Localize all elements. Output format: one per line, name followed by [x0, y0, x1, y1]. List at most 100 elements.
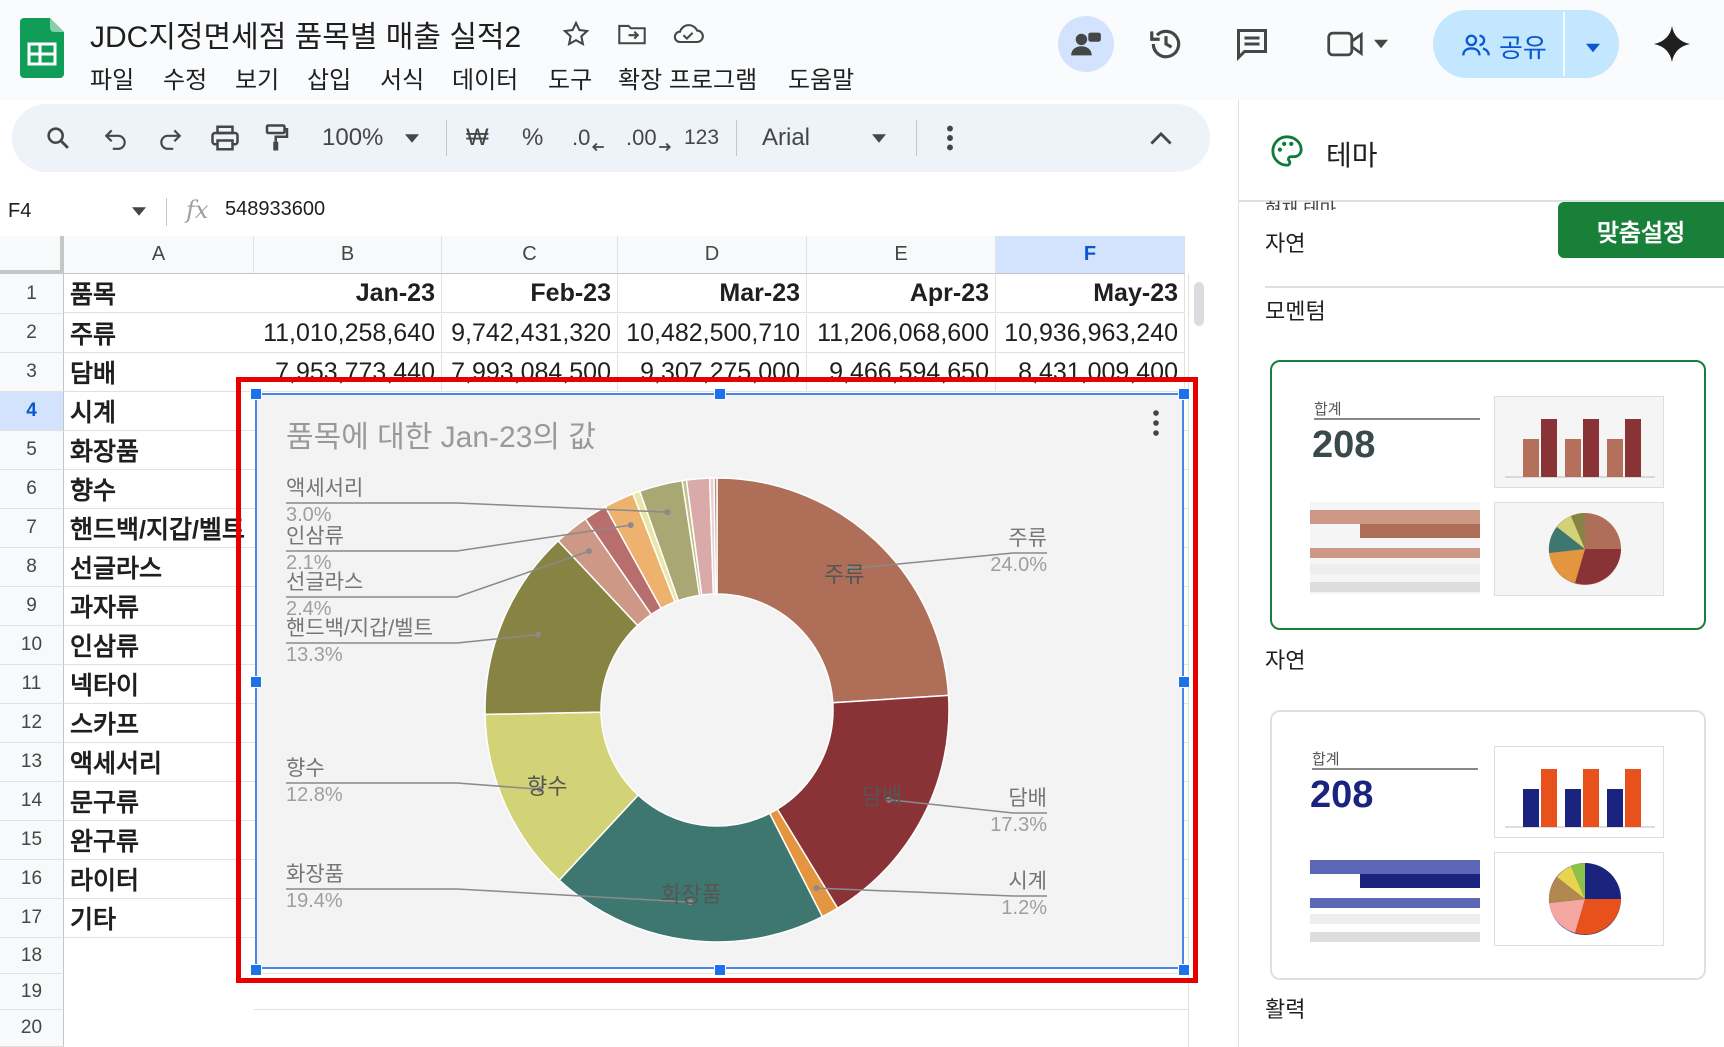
percent-format-button[interactable]: % [522, 104, 543, 172]
cell-a16[interactable]: 라이터 [64, 860, 254, 899]
scrollbar-thumb[interactable] [1194, 282, 1204, 326]
theme-card-nature[interactable]: 합계 208 [1270, 710, 1706, 980]
cell-a9[interactable]: 과자류 [64, 587, 254, 626]
row-header-2[interactable]: 2 [0, 314, 64, 353]
cell-a10[interactable]: 인삼류 [64, 626, 254, 665]
meet-present-icon[interactable] [1058, 16, 1114, 72]
font-name: Arial [762, 124, 811, 151]
sheets-logo-icon[interactable] [20, 18, 64, 78]
redo-icon[interactable] [157, 104, 183, 172]
comments-icon[interactable] [1232, 24, 1272, 64]
menu-tools[interactable]: 도구 [548, 60, 592, 95]
row-header-17[interactable]: 17 [0, 899, 64, 938]
cell-a7[interactable]: 핸드백/지갑/벨트 [64, 509, 254, 548]
cell-b2[interactable]: 11,010,258,640 [254, 314, 442, 353]
cloud-saved-icon[interactable] [668, 14, 708, 54]
increase-decimal-button[interactable]: .00 [626, 104, 672, 172]
menu-edit[interactable]: 수정 [163, 60, 207, 95]
cell-c2[interactable]: 9,742,431,320 [442, 314, 618, 353]
column-header-c[interactable]: C [442, 236, 618, 274]
cell-d2[interactable]: 10,482,500,710 [618, 314, 807, 353]
name-box[interactable]: F4 [8, 196, 158, 226]
menu-file[interactable]: 파일 [90, 60, 134, 95]
row-header-8[interactable]: 8 [0, 548, 64, 587]
collapse-toolbar-icon[interactable] [1150, 104, 1172, 172]
cell-a8[interactable]: 선글라스 [64, 548, 254, 587]
cell-a12[interactable]: 스카프 [64, 704, 254, 743]
star-icon[interactable] [556, 14, 596, 54]
cell-e2[interactable]: 11,206,068,600 [807, 314, 996, 353]
cell-a5[interactable]: 화장품 [64, 431, 254, 470]
menu-view[interactable]: 보기 [235, 60, 279, 95]
row-header-16[interactable]: 16 [0, 860, 64, 899]
row-header-15[interactable]: 15 [0, 821, 64, 860]
share-dropdown-icon[interactable] [1586, 40, 1600, 58]
document-title[interactable]: JDC지정면세점 품목별 매출 실적2 [90, 12, 521, 56]
row-header-14[interactable]: 14 [0, 782, 64, 821]
cell-a14[interactable]: 문구류 [64, 782, 254, 821]
row-header-9[interactable]: 9 [0, 587, 64, 626]
cell-a17[interactable]: 기타 [64, 899, 254, 938]
cell-a1[interactable]: 품목 [64, 274, 254, 313]
cell-d1[interactable]: Mar-23 [618, 274, 807, 313]
row-header-19[interactable]: 19 [0, 974, 64, 1010]
menu-extensions[interactable]: 확장 프로그램 [618, 60, 757, 95]
column-header-a[interactable]: A [64, 236, 254, 274]
gemini-icon[interactable] [1652, 24, 1692, 69]
more-options-icon[interactable] [946, 104, 954, 172]
select-all-corner[interactable] [0, 236, 64, 274]
version-history-icon[interactable] [1146, 24, 1186, 64]
cell-c1[interactable]: Feb-23 [442, 274, 618, 313]
cell-f1[interactable]: May-23 [996, 274, 1185, 313]
fx-icon: fx [186, 196, 209, 224]
column-header-e[interactable]: E [807, 236, 996, 274]
menu-format[interactable]: 서식 [380, 60, 424, 95]
row-header-4[interactable]: 4 [0, 392, 64, 431]
search-icon[interactable] [44, 104, 72, 172]
cell-a15[interactable]: 완구류 [64, 821, 254, 860]
cell-a3[interactable]: 담배 [64, 353, 254, 392]
formula-input[interactable]: 548933600 [225, 198, 325, 221]
meet-icon[interactable] [1326, 24, 1396, 64]
customize-button[interactable]: 맞춤설정 [1558, 202, 1724, 258]
row-header-7[interactable]: 7 [0, 509, 64, 548]
font-select[interactable]: Arial [762, 104, 892, 172]
currency-format-button[interactable]: ₩ [466, 104, 489, 172]
row-header-6[interactable]: 6 [0, 470, 64, 509]
cell-a11[interactable]: 넥타이 [64, 665, 254, 704]
highlight-box [236, 377, 1198, 983]
cell-a2[interactable]: 주류 [64, 314, 254, 353]
row-header-5[interactable]: 5 [0, 431, 64, 470]
zoom-select[interactable]: 100% [322, 104, 432, 172]
column-header-f[interactable]: F [996, 236, 1185, 274]
row-header-12[interactable]: 12 [0, 704, 64, 743]
theme-card-momentum[interactable]: 합계 208 [1270, 360, 1706, 630]
menu-help[interactable]: 도움말 [788, 60, 854, 95]
cell-a6[interactable]: 향수 [64, 470, 254, 509]
row-header-13[interactable]: 13 [0, 743, 64, 782]
scorecard-rule [1312, 768, 1478, 770]
cell-e1[interactable]: Apr-23 [807, 274, 996, 313]
arrow-left-icon [592, 142, 605, 152]
row-header-10[interactable]: 10 [0, 626, 64, 665]
toolbar [12, 104, 1210, 172]
menu-insert[interactable]: 삽입 [307, 60, 351, 95]
cell-a13[interactable]: 액세서리 [64, 743, 254, 782]
column-header-b[interactable]: B [254, 236, 442, 274]
row-header-11[interactable]: 11 [0, 665, 64, 704]
row-header-20[interactable]: 20 [0, 1010, 64, 1047]
undo-icon[interactable] [103, 104, 129, 172]
paint-format-icon[interactable] [264, 104, 290, 172]
column-header-d[interactable]: D [618, 236, 807, 274]
row-header-3[interactable]: 3 [0, 353, 64, 392]
menu-data[interactable]: 데이터 [452, 60, 518, 95]
number-format-button[interactable]: 123 [684, 104, 719, 172]
move-folder-icon[interactable] [612, 14, 652, 54]
cell-b1[interactable]: Jan-23 [254, 274, 442, 313]
print-icon[interactable] [210, 104, 240, 172]
cell-f2[interactable]: 10,936,963,240 [996, 314, 1185, 353]
cell-a4[interactable]: 시계 [64, 392, 254, 431]
row-header-18[interactable]: 18 [0, 938, 64, 974]
row-header-1[interactable]: 1 [0, 274, 64, 314]
decrease-decimal-button[interactable]: .0 [572, 104, 605, 172]
